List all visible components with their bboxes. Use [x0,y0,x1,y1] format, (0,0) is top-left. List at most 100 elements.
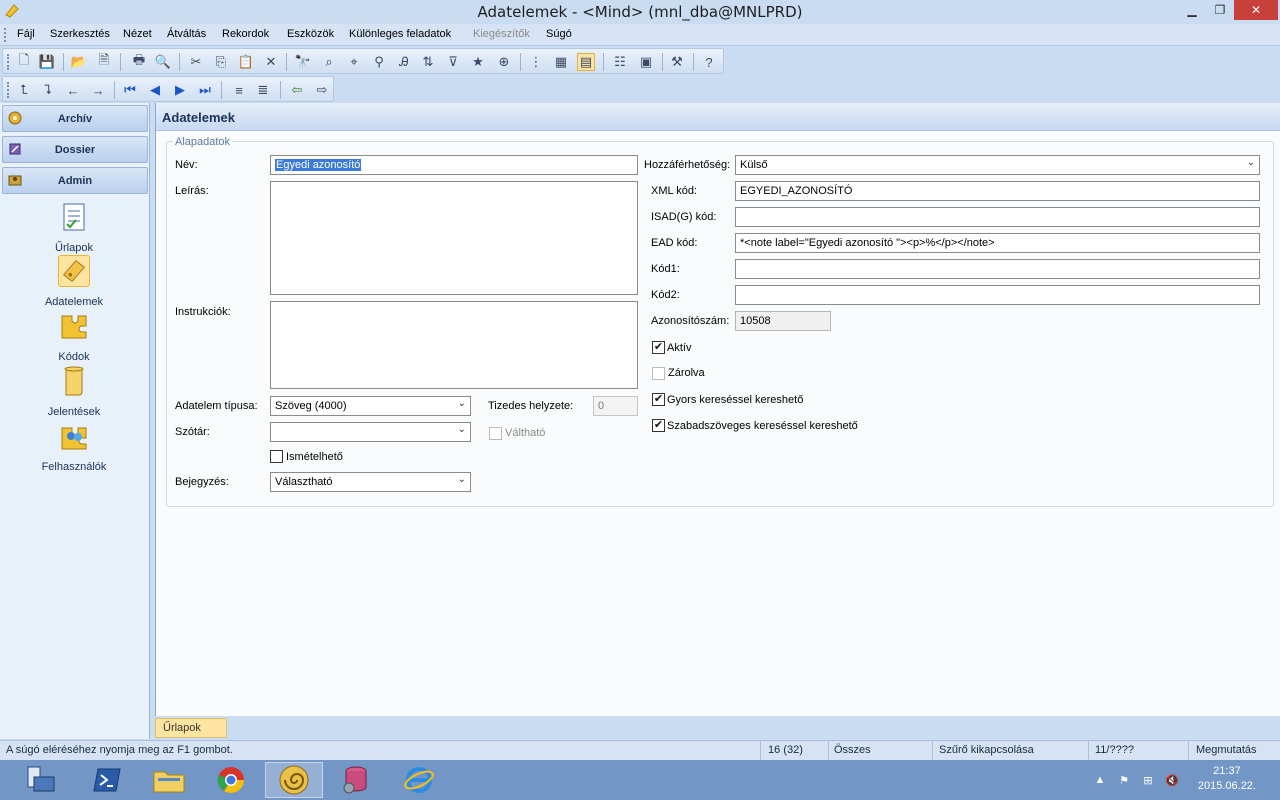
network-icon[interactable]: ⊞ [1140,772,1156,788]
help-pointer-icon[interactable]: ? [700,53,718,71]
code1-input[interactable] [735,259,1260,279]
tools-icon[interactable]: ⚒ [668,53,686,71]
nav-section-admin[interactable]: Admin [2,167,148,194]
active-checkbox[interactable]: ✔ [652,341,665,354]
history-forward-icon[interactable]: ⇨ [313,81,331,99]
new-icon[interactable]: 🗋 [15,52,33,71]
menu-kulonleges-feladatok[interactable]: Különleges feladatok [349,28,451,40]
nav-item-jelentesek[interactable]: Jelentések [20,365,128,418]
action-center-flag-icon[interactable]: ⚑ [1116,772,1132,788]
status-hint: A súgó eléréséhez nyomja meg az F1 gombo… [6,744,233,756]
form-view-icon[interactable]: ▤ [577,53,595,71]
menu-eszkozok[interactable]: Eszközök [287,28,334,40]
open-folder-icon[interactable]: 📂 [70,53,88,71]
tree-view-icon[interactable]: ⋮ [527,53,545,71]
menu-sugo[interactable]: Súgó [546,28,572,40]
taskbar-powershell[interactable] [78,762,136,798]
find-icon[interactable]: 🔭 [294,53,312,71]
menu-kiegeszitok[interactable]: Kiegészítők [473,28,530,40]
delete-icon[interactable]: ✕ [262,53,280,71]
close-button[interactable]: ✕ [1234,0,1278,20]
name-input[interactable]: Egyedi azonosító [270,155,638,175]
tray-overflow-chevron-icon[interactable]: ▲ [1092,772,1108,788]
element-type-select[interactable]: Szöveg (4000) ⌄ [270,396,471,416]
last-record-icon[interactable]: ⏭ [196,81,214,99]
repeatable-checkbox[interactable] [270,450,283,463]
fulltext-search-checkbox[interactable]: ✔ [652,419,665,432]
entry-select[interactable]: Választható ⌄ [270,472,471,492]
nav-section-archiv[interactable]: Archív [2,105,148,132]
print-preview-icon[interactable]: 🔍 [154,53,172,71]
taskbar-mind-app[interactable] [265,762,323,798]
maximize-button[interactable]: ❐ [1206,0,1234,20]
copy-icon[interactable]: ⎘ [212,53,230,71]
paste-icon[interactable]: 📋 [237,53,255,71]
back-icon[interactable]: ← [64,81,82,99]
print-icon[interactable]: 🖶 [130,52,148,71]
add-record-icon[interactable]: ≡ [230,81,248,99]
menu-nezet[interactable]: Nézet [123,28,152,40]
menu-fajl[interactable]: Fájl [17,28,35,40]
next-record-icon[interactable]: ▶ [171,81,189,99]
instructions-textarea[interactable] [270,301,638,389]
description-textarea[interactable] [270,181,638,295]
volume-muted-icon[interactable]: 🔇 [1164,772,1180,788]
menu-szerkesztes[interactable]: Szerkesztés [50,28,110,40]
forward-icon[interactable]: → [89,81,107,99]
save-as-icon[interactable]: 🗎 [95,52,113,71]
toolbar-grip-2[interactable] [7,82,9,98]
properties-icon[interactable]: ▣ [637,53,655,71]
taskbar-clock[interactable]: 21:37 2015.06.22. [1198,764,1256,794]
ead-code-input[interactable]: *<note label="Egyedi azonosító "><p>%</p… [735,233,1260,253]
level-down-icon[interactable]: ⮧ [39,81,57,99]
clock-time: 21:37 [1213,765,1241,777]
access-select[interactable]: Külső ⌄ [735,155,1260,175]
decimal-position-input[interactable]: 0 [593,396,638,416]
taskbar-database-tool[interactable] [327,762,385,798]
taskbar-file-explorer[interactable] [140,762,198,798]
switchable-checkbox[interactable] [489,427,502,440]
remove-record-icon[interactable]: ≣ [254,81,272,99]
status-show[interactable]: Megmutatás [1196,744,1257,756]
first-record-icon[interactable]: ⏮ [121,81,139,99]
taskbar-internet-explorer[interactable] [390,762,448,798]
dictionary-select[interactable]: ⌄ [270,422,471,442]
previous-record-icon[interactable]: ◀ [146,81,164,99]
nav-item-urlapok[interactable]: Űrlapok [20,201,128,254]
xml-code-input[interactable]: EGYEDI_AZONOSÍTÓ [735,181,1260,201]
taskbar-server-manager[interactable] [12,762,70,798]
abc-search-icon[interactable]: Ꭿ [395,53,413,71]
nav-item-adatelemek[interactable]: Adatelemek [20,255,128,308]
nav-item-kodok[interactable]: Kódok [20,310,128,363]
goto-icon[interactable]: ⚲ [370,53,388,71]
status-filter[interactable]: Szűrő kikapcsolása [939,744,1034,756]
toolbar-grip[interactable] [7,54,9,70]
replace-icon[interactable]: ⌖ [345,53,363,71]
menu-atvaltas[interactable]: Átváltás [167,28,206,40]
locked-checkbox[interactable] [652,367,665,380]
nav-item-felhasznalok[interactable]: Felhasználók [20,420,128,473]
web-search-icon[interactable]: ⊕ [495,53,513,71]
isad-code-input[interactable] [735,207,1260,227]
access-label: Hozzáférhetőség: [644,159,731,171]
hierarchy-icon[interactable]: ☷ [611,53,629,71]
save-icon[interactable]: 💾 [38,53,56,71]
find-next-icon[interactable]: ⌕ [320,53,338,71]
menu-rekordok[interactable]: Rekordok [222,28,269,40]
favorites-icon[interactable]: ★ [469,53,487,71]
level-up-icon[interactable]: ⮤ [15,81,33,99]
taskbar-chrome[interactable] [202,762,260,798]
minimize-button[interactable]: ▁ [1178,0,1206,20]
code2-input[interactable] [735,285,1260,305]
id-number-input[interactable]: 10508 [735,311,831,331]
history-back-icon[interactable]: ⇦ [288,81,306,99]
grid-view-icon[interactable]: ▦ [552,53,570,71]
menu-grip[interactable] [4,28,7,42]
sort-icon[interactable]: ⇅ [419,53,437,71]
cut-icon[interactable]: ✂ [187,53,205,71]
element-type-value: Szöveg (4000) [275,400,347,412]
nav-section-dossier[interactable]: Dossier [2,136,148,163]
tab-urlapok[interactable]: Űrlapok [155,718,227,738]
quick-search-checkbox[interactable]: ✔ [652,393,665,406]
filter-icon[interactable]: ⊽ [444,53,462,71]
